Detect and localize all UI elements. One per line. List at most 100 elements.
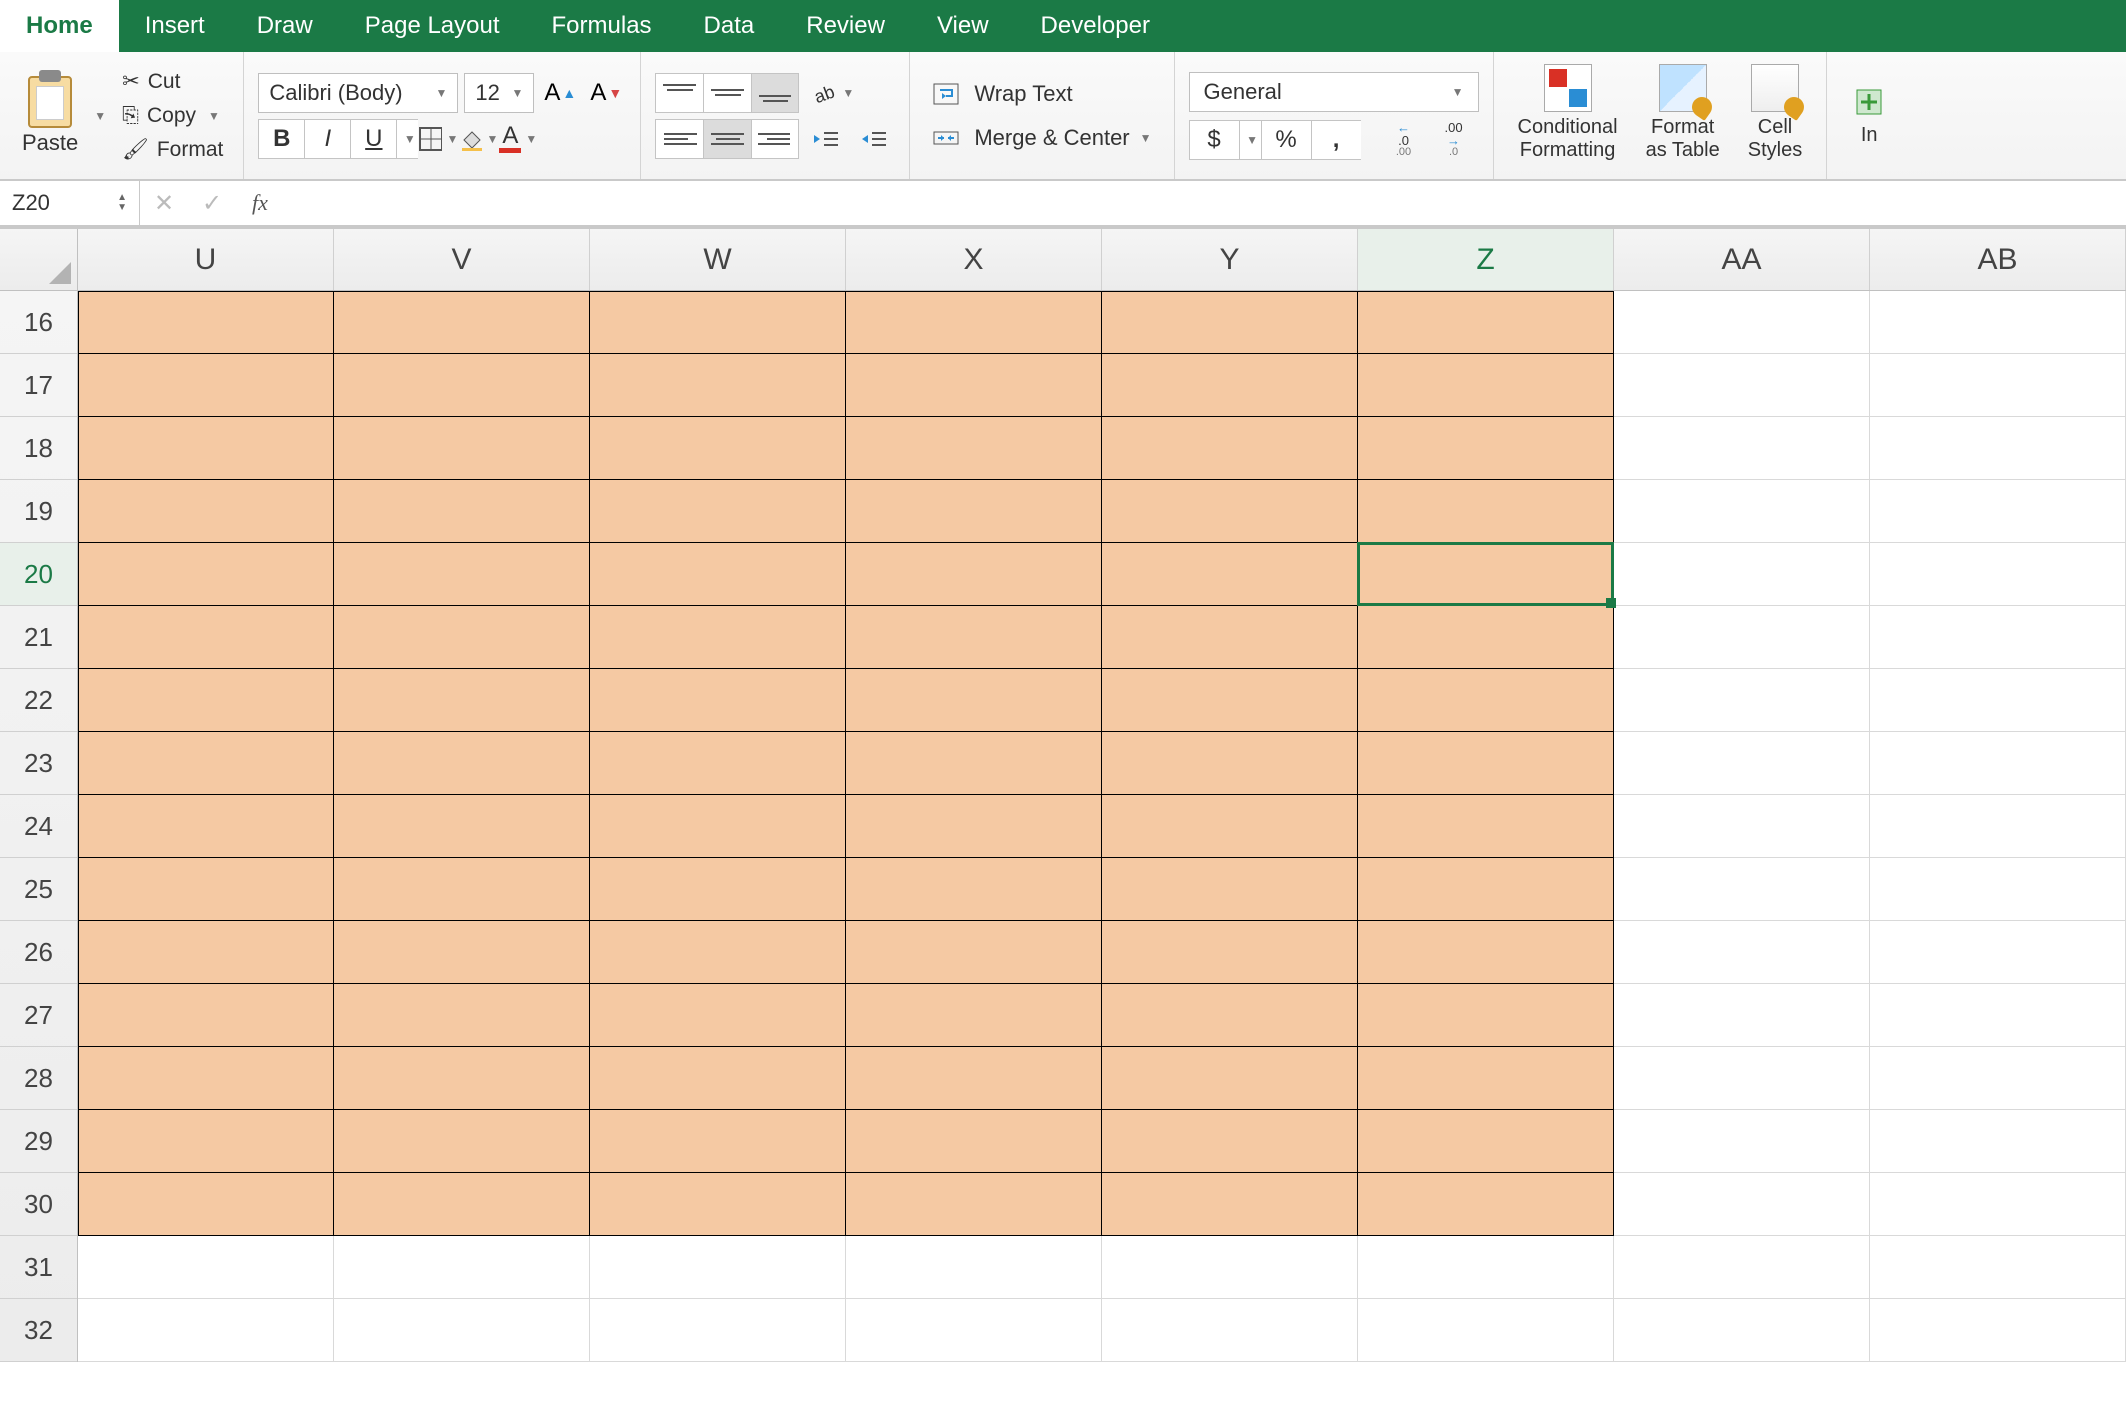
underline-button[interactable]: U	[350, 119, 396, 159]
row-header-28[interactable]: 28	[0, 1047, 77, 1110]
cell-AB32[interactable]	[1870, 1299, 2126, 1362]
cell-V21[interactable]	[334, 606, 590, 669]
cell-X18[interactable]	[846, 417, 1102, 480]
cell-X27[interactable]	[846, 984, 1102, 1047]
cell-AB22[interactable]	[1870, 669, 2126, 732]
cut-button[interactable]: ✂ Cut	[116, 66, 229, 97]
cell-Y23[interactable]	[1102, 732, 1358, 795]
tab-draw[interactable]: Draw	[231, 0, 339, 52]
font-size-select[interactable]: 12 ▼	[464, 73, 534, 113]
paste-button[interactable]: Paste	[14, 72, 86, 160]
cell-X30[interactable]	[846, 1173, 1102, 1236]
cell-Z17[interactable]	[1358, 354, 1614, 417]
cell-Z30[interactable]	[1358, 1173, 1614, 1236]
cell-Z16[interactable]	[1358, 291, 1614, 354]
cell-X17[interactable]	[846, 354, 1102, 417]
row-header-29[interactable]: 29	[0, 1110, 77, 1173]
cell-U30[interactable]	[78, 1173, 334, 1236]
row-header-32[interactable]: 32	[0, 1299, 77, 1362]
cell-AB16[interactable]	[1870, 291, 2126, 354]
cell-X32[interactable]	[846, 1299, 1102, 1362]
row-header-21[interactable]: 21	[0, 606, 77, 669]
cell-AB28[interactable]	[1870, 1047, 2126, 1110]
row-header-23[interactable]: 23	[0, 732, 77, 795]
italic-button[interactable]: I	[304, 119, 350, 159]
font-family-select[interactable]: Calibri (Body) ▼	[258, 73, 458, 113]
cell-X16[interactable]	[846, 291, 1102, 354]
row-header-17[interactable]: 17	[0, 354, 77, 417]
column-header-Z[interactable]: Z	[1358, 229, 1614, 290]
select-all-corner[interactable]	[0, 229, 78, 291]
align-left-button[interactable]	[655, 119, 703, 159]
conditional-formatting-button[interactable]: ConditionalFormatting	[1508, 60, 1628, 171]
cell-Z18[interactable]	[1358, 417, 1614, 480]
cell-Y17[interactable]	[1102, 354, 1358, 417]
accounting-format-button[interactable]: $	[1189, 120, 1239, 160]
cell-Z23[interactable]	[1358, 732, 1614, 795]
cell-U20[interactable]	[78, 543, 334, 606]
row-header-31[interactable]: 31	[0, 1236, 77, 1299]
cell-AB25[interactable]	[1870, 858, 2126, 921]
cell-V30[interactable]	[334, 1173, 590, 1236]
name-box-stepper[interactable]: ▲▼	[117, 193, 127, 213]
cell-AB27[interactable]	[1870, 984, 2126, 1047]
cell-Z24[interactable]	[1358, 795, 1614, 858]
cell-U24[interactable]	[78, 795, 334, 858]
underline-dropdown[interactable]: ▼	[396, 119, 418, 159]
cell-AA29[interactable]	[1614, 1110, 1870, 1173]
cell-AA24[interactable]	[1614, 795, 1870, 858]
orientation-button[interactable]: ab ▼	[805, 75, 861, 111]
cell-Y16[interactable]	[1102, 291, 1358, 354]
cell-X23[interactable]	[846, 732, 1102, 795]
row-header-22[interactable]: 22	[0, 669, 77, 732]
cell-W23[interactable]	[590, 732, 846, 795]
cell-AB23[interactable]	[1870, 732, 2126, 795]
cell-X20[interactable]	[846, 543, 1102, 606]
cell-AA31[interactable]	[1614, 1236, 1870, 1299]
cell-V17[interactable]	[334, 354, 590, 417]
cell-Y30[interactable]	[1102, 1173, 1358, 1236]
cell-W25[interactable]	[590, 858, 846, 921]
cell-V16[interactable]	[334, 291, 590, 354]
cell-X26[interactable]	[846, 921, 1102, 984]
cell-U32[interactable]	[78, 1299, 334, 1362]
cell-U22[interactable]	[78, 669, 334, 732]
align-right-button[interactable]	[751, 119, 799, 159]
cell-W29[interactable]	[590, 1110, 846, 1173]
cell-Y19[interactable]	[1102, 480, 1358, 543]
cell-Y18[interactable]	[1102, 417, 1358, 480]
increase-font-size-button[interactable]: A▲	[540, 73, 580, 113]
cell-V31[interactable]	[334, 1236, 590, 1299]
cell-W27[interactable]	[590, 984, 846, 1047]
cell-AB21[interactable]	[1870, 606, 2126, 669]
cell-AB20[interactable]	[1870, 543, 2126, 606]
row-header-27[interactable]: 27	[0, 984, 77, 1047]
wrap-text-button[interactable]: Wrap Text	[924, 77, 1159, 111]
cell-Z25[interactable]	[1358, 858, 1614, 921]
column-header-AA[interactable]: AA	[1614, 229, 1870, 290]
format-as-table-button[interactable]: Formatas Table	[1636, 60, 1730, 171]
cell-AA23[interactable]	[1614, 732, 1870, 795]
cell-W18[interactable]	[590, 417, 846, 480]
cell-U29[interactable]	[78, 1110, 334, 1173]
cell-Y25[interactable]	[1102, 858, 1358, 921]
cell-U17[interactable]	[78, 354, 334, 417]
bold-button[interactable]: B	[258, 119, 304, 159]
cell-V25[interactable]	[334, 858, 590, 921]
row-header-24[interactable]: 24	[0, 795, 77, 858]
cell-Z29[interactable]	[1358, 1110, 1614, 1173]
cell-U25[interactable]	[78, 858, 334, 921]
cell-AB26[interactable]	[1870, 921, 2126, 984]
cell-X22[interactable]	[846, 669, 1102, 732]
cell-V22[interactable]	[334, 669, 590, 732]
cell-V20[interactable]	[334, 543, 590, 606]
copy-dropdown[interactable]: ▼	[208, 109, 220, 123]
tab-review[interactable]: Review	[780, 0, 911, 52]
cell-X29[interactable]	[846, 1110, 1102, 1173]
increase-decimal-button[interactable]: ←.0.00	[1379, 120, 1429, 160]
cell-grid[interactable]	[78, 291, 2126, 1362]
cell-U21[interactable]	[78, 606, 334, 669]
cell-W17[interactable]	[590, 354, 846, 417]
row-header-30[interactable]: 30	[0, 1173, 77, 1236]
enter-formula-button[interactable]: ✓	[188, 181, 236, 225]
